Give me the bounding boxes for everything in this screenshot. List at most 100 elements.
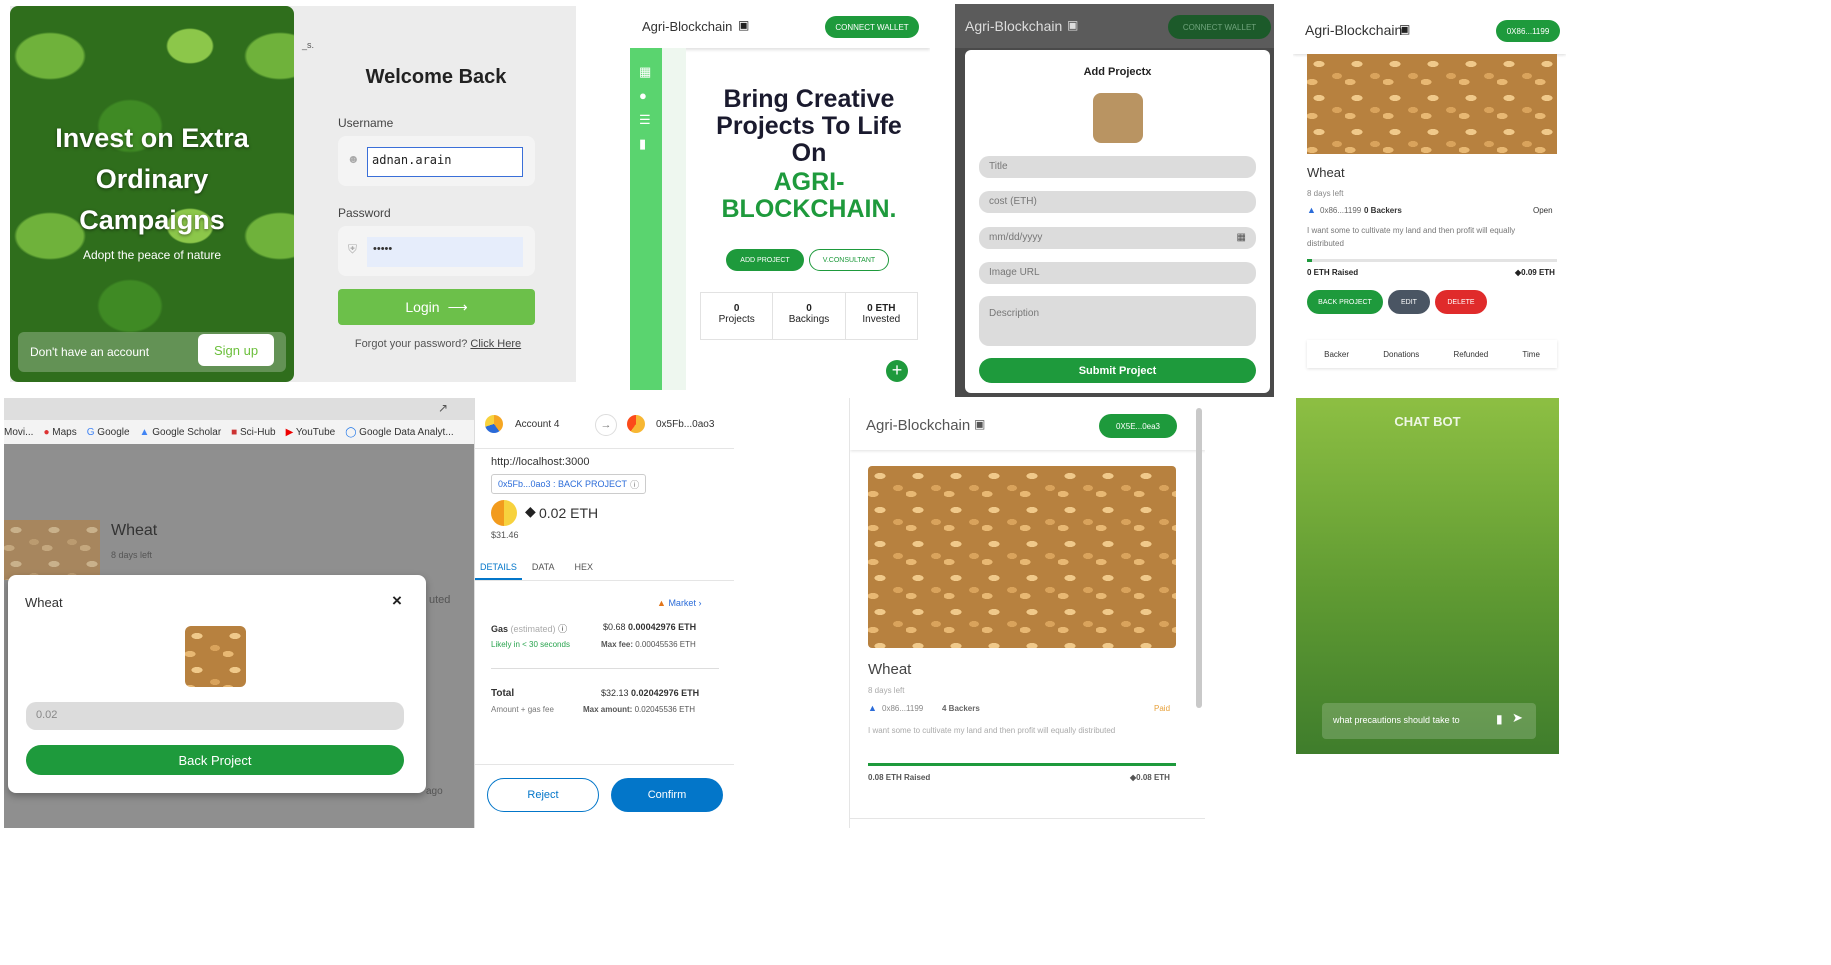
progress-track [1307, 259, 1557, 262]
scrollbar[interactable] [1196, 408, 1202, 708]
user-icon: ☻ [347, 152, 360, 166]
bookmark-label: Sci-Hub [240, 426, 276, 438]
owner-address: 0x86...1199 [1320, 206, 1362, 215]
account-from[interactable]: Account 4 [515, 419, 559, 430]
stat-value: 0 [733, 303, 740, 314]
bookmark[interactable]: G Google [87, 427, 130, 438]
submit-project-button[interactable]: Submit Project [979, 358, 1256, 383]
account-avatar [485, 415, 503, 433]
send-icon[interactable]: ➤ [1512, 710, 1523, 726]
brand-logo-icon: ▣ [1399, 22, 1411, 36]
bookmark-label: Google Scholar [152, 426, 222, 438]
bookmark[interactable]: Movi... [4, 427, 33, 438]
chat-input[interactable]: what precautions should take to [1333, 715, 1483, 725]
title-input[interactable]: Title [979, 156, 1256, 178]
username-input[interactable]: adnan.arain [367, 147, 523, 177]
image-url-input[interactable]: Image URL [979, 262, 1256, 284]
tab-details[interactable]: DETAILS [475, 558, 522, 580]
max-amount-value: 0.02045536 ETH [634, 705, 696, 714]
owner-icon: ▲ [1307, 205, 1316, 215]
close-icon[interactable]: x [1145, 66, 1151, 78]
confirm-button[interactable]: Confirm [611, 778, 723, 812]
consultant-button[interactable]: V.CONSULTANT [809, 249, 889, 271]
chat-icon[interactable]: ▮ [639, 136, 646, 152]
info-icon[interactable]: ⓘ [558, 624, 567, 634]
back-project-button[interactable]: BACK PROJECT [1307, 290, 1383, 314]
metamask-panel: Account 4 → 0x5Fb...0ao3 http://localhos… [474, 398, 734, 828]
amount-input[interactable]: 0.02 [26, 702, 404, 730]
username-label: Username [338, 116, 394, 130]
grid-icon[interactable]: ▦ [639, 64, 651, 80]
connect-wallet-button[interactable]: CONNECT WALLET [825, 16, 919, 38]
bookmark-label: Maps [52, 426, 77, 438]
target-amount: ◆0.08 ETH [1130, 773, 1170, 782]
password-label: Password [338, 206, 391, 220]
date-input[interactable]: mm/dd/yyyy ▦ [979, 227, 1256, 249]
bookmark[interactable]: ◯ Google Data Analyt... [345, 427, 454, 438]
brand-logo-icon: ▣ [974, 417, 986, 431]
account-to[interactable]: 0x5Fb...0ao3 [656, 419, 714, 430]
bg-bottom-text: ago [426, 786, 443, 797]
progress-track [868, 763, 1176, 766]
signup-button[interactable]: Sign up [198, 334, 274, 366]
eth-icon: ◆ [525, 503, 536, 519]
bg-fragment: uted [429, 594, 451, 606]
click-here-link[interactable]: Click Here [470, 338, 521, 350]
back-project-button[interactable]: Back Project [26, 745, 404, 775]
hero-title: Invest on Extra Ordinary Campaigns [55, 123, 249, 235]
stat-projects: 0 Projects [701, 293, 774, 339]
calendar-icon[interactable]: ▦ [1237, 232, 1246, 244]
bg-days-left: 8 days left [111, 550, 153, 560]
max-amount-label: Max amount: [583, 705, 633, 714]
list-icon[interactable]: ☰ [639, 112, 651, 128]
progress-fill [1307, 259, 1312, 262]
bookmark[interactable]: ■ Sci-Hub [231, 427, 275, 438]
login-button[interactable]: Login ⟶ [338, 289, 535, 325]
cost-input[interactable]: cost (ETH) [979, 191, 1256, 213]
total-usd: $32.13 [601, 688, 629, 698]
stat-label: Backings [788, 314, 830, 325]
gas-estimated: (estimated) [510, 624, 556, 634]
description-input[interactable]: Description [979, 296, 1256, 346]
arrow-right-icon: ⟶ [447, 298, 468, 315]
tab-hex[interactable]: HEX [565, 558, 604, 580]
tx-tabs: DETAILS DATA HEX [475, 558, 734, 581]
raised-amount: 0.08 ETH Raised [868, 773, 931, 782]
modal-title: Add Project [1083, 66, 1146, 78]
close-icon[interactable]: × [392, 591, 402, 611]
market-link[interactable]: ▲ Market › [657, 598, 701, 608]
wheat-image [868, 466, 1176, 648]
info-icon[interactable]: ⓘ [630, 478, 639, 491]
password-input[interactable]: ••••• [367, 237, 523, 267]
reject-button[interactable]: Reject [487, 778, 599, 812]
modal-title: Wheat [25, 595, 63, 610]
edit-button[interactable]: EDIT [1388, 290, 1430, 314]
target-amount: ◆0.09 ETH [1515, 268, 1555, 277]
wallet-address-button[interactable]: 0X5E...0ea3 [1099, 414, 1177, 438]
bookmark[interactable]: ● Maps [43, 427, 76, 438]
user-icon[interactable]: ● [639, 88, 647, 103]
share-icon[interactable]: ↗ [438, 401, 448, 415]
bookmark[interactable]: ▲ Google Scholar [140, 427, 222, 438]
wallet-address-button[interactable]: 0X86...1199 [1496, 20, 1560, 42]
tab-data[interactable]: DATA [522, 558, 565, 580]
bookmark-label: YouTube [295, 426, 336, 438]
bookmark-label: Google Data Analyt... [359, 426, 454, 438]
maps-icon: ● [43, 426, 50, 438]
analytics-icon: ◯ [345, 426, 357, 438]
welcome-heading: Welcome Back [365, 66, 507, 88]
mic-icon[interactable]: ▮ [1496, 712, 1503, 726]
bookmark[interactable]: ▶ YouTube [286, 427, 336, 438]
target-value: 0.09 ETH [1521, 268, 1555, 277]
gas-eth: 0.00042976 ETH [628, 622, 697, 632]
plus-fab-icon[interactable]: + [886, 360, 908, 382]
hero-subtitle: Adopt the peace of nature [82, 248, 222, 262]
days-left: 8 days left [1307, 189, 1344, 198]
google-icon: G [86, 426, 95, 438]
add-project-button[interactable]: ADD PROJECT [726, 249, 804, 271]
column-header: Donations [1383, 349, 1420, 359]
project-description: I want some to cultivate my land and the… [1307, 226, 1516, 248]
delete-button[interactable]: DELETE [1435, 290, 1487, 314]
brand-logo-icon: ▣ [1067, 18, 1079, 32]
connect-wallet-button[interactable]: CONNECT WALLET [1168, 15, 1271, 39]
